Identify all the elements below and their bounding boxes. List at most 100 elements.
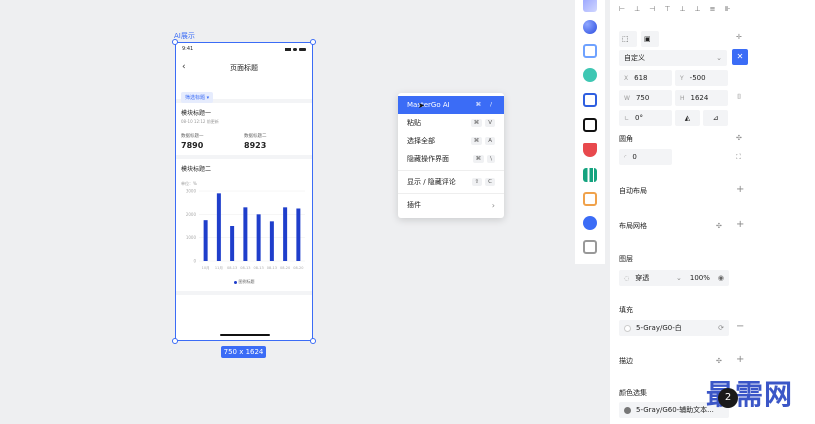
bar	[269, 221, 274, 261]
plugin-ghost-icon[interactable]	[583, 216, 597, 230]
menu-label: 隐藏操作界面	[407, 155, 449, 163]
plugin-doc-icon[interactable]	[583, 240, 597, 254]
plugin-cube-icon[interactable]	[583, 192, 597, 206]
auto-layout-title: 自动布局	[619, 187, 647, 195]
corner-options-icon[interactable]: ✣	[736, 134, 742, 142]
filter-row: 筛选标题 ▾	[176, 81, 312, 103]
plugin-table-icon[interactable]	[583, 93, 597, 107]
remove-fill-icon[interactable]: −	[736, 321, 744, 332]
fill-swatch	[624, 324, 631, 332]
fullscreen-icon[interactable]: ✛	[736, 33, 742, 41]
properties-panel: ⊢ ⊥ ⊣ ⊤ ⊥ ⊥ ≡ ⊪ ⬚ ▣ ✛ 自定义 ⌄ ✕ X 618 Y -500 …	[610, 0, 815, 424]
chevron-right-icon: ›	[491, 200, 495, 210]
rotation-value: 0°	[635, 114, 643, 122]
independent-corners-icon[interactable]: ⛶	[736, 153, 741, 162]
distribute-h-icon[interactable]: ≡	[710, 5, 716, 13]
shortcut-key: ⌘	[475, 102, 482, 108]
x-tick-label: 10月	[202, 265, 210, 270]
avatar-badge[interactable]: 2	[718, 388, 738, 408]
plugin-heart-icon[interactable]	[583, 143, 597, 157]
menu-label: 插件	[407, 201, 421, 209]
plugin-hei-icon[interactable]	[583, 118, 597, 132]
chevron-down-icon: ⌄	[716, 54, 722, 62]
menu-item-mastergo-ai[interactable]: MasterGo AI ⌘ /	[398, 96, 504, 114]
x-tick-label: 08-13	[240, 266, 250, 270]
detach-style-icon[interactable]: ⟳	[718, 324, 724, 332]
plugin-robot-icon[interactable]	[583, 68, 597, 82]
align-center-h-icon[interactable]: ⊥	[634, 5, 640, 13]
plugin-chart-icon[interactable]	[583, 44, 597, 58]
shortcut-key: C	[485, 178, 495, 186]
align-left-icon[interactable]: ⊢	[619, 5, 625, 13]
shortcut-key: ⌘	[470, 137, 483, 145]
color-select-title: 颜色选集	[619, 389, 647, 397]
shortcut-key: /	[490, 102, 492, 108]
grid-style-icon[interactable]: ✣	[716, 222, 722, 230]
resize-handle[interactable]	[310, 39, 316, 45]
bar-chart: 300020001000010月 11月 08-13 08-13 08-13 08-13 0…	[186, 189, 305, 270]
module-title: 模块标题一	[181, 110, 212, 117]
menu-item-paste[interactable]: 粘贴 ⌘ V	[398, 114, 504, 132]
metric-1: 数据标题一 7890	[181, 133, 244, 150]
frame-type-icon[interactable]: ⬚	[619, 31, 637, 47]
align-top-icon[interactable]: ⊤	[664, 5, 670, 13]
distribute-v-icon[interactable]: ⊪	[725, 5, 731, 13]
menu-item-plugins[interactable]: 插件 ›	[398, 196, 504, 214]
menu-divider	[398, 193, 504, 194]
shortcut-key: ⌘	[472, 155, 485, 163]
eye-icon[interactable]: ◉	[718, 274, 724, 282]
corner-field[interactable]: ◜ 0	[619, 149, 672, 165]
resize-handle[interactable]	[310, 338, 316, 344]
fill-field[interactable]: 5-Gray/G0-白 ⟳	[619, 320, 729, 336]
x-tick-label: 08-20	[280, 266, 290, 270]
fill-title: 填充	[619, 306, 633, 314]
preset-value: 自定义	[624, 54, 645, 62]
align-toolbar: ⊢ ⊥ ⊣ ⊤ ⊥ ⊥ ≡ ⊪	[619, 5, 731, 13]
menu-item-hide-ui[interactable]: 隐藏操作界面 ⌘ \	[398, 150, 504, 168]
flip-v-icon[interactable]: ⊿	[703, 110, 728, 126]
lock-ratio-icon[interactable]: ⌷	[737, 93, 741, 102]
y-field[interactable]: Y -500	[675, 70, 728, 86]
menu-divider	[398, 170, 504, 171]
metrics: 数据标题一 7890 数据标题二 8923	[181, 133, 307, 150]
design-canvas[interactable]: AI展示 9:41 ‹ 页面标题 筛选标题 ▾ 模块标题一 08-10 12:1…	[0, 0, 575, 424]
x-field[interactable]: X 618	[619, 70, 672, 86]
color-swatch	[624, 406, 631, 414]
menu-item-toggle-comments[interactable]: 显示 / 隐藏评论 ⇧ C	[398, 173, 504, 191]
flip-h-icon[interactable]: ◭	[675, 110, 700, 126]
menu-item-select-all[interactable]: 选择全部 ⌘ A	[398, 132, 504, 150]
w-field[interactable]: W 750	[619, 90, 672, 106]
back-arrow-icon[interactable]: ‹	[182, 62, 186, 72]
add-grid-icon[interactable]: +	[736, 219, 744, 230]
module-card-1: 模块标题一 08-10 12:12 前更新 数据标题一 7890 数据标题二 8…	[176, 103, 312, 155]
filter-chip[interactable]: 筛选标题 ▾	[181, 92, 214, 103]
bar	[230, 226, 235, 261]
rotation-field[interactable]: ∟ 0°	[619, 110, 672, 126]
group-type-icon[interactable]: ▣	[641, 31, 659, 47]
frame-type-row: ⬚ ▣	[619, 31, 659, 47]
blend-field[interactable]: ◌ 穿透 ⌄ 100% ◉	[619, 270, 729, 286]
metric-label: 数据标题一	[181, 134, 204, 139]
add-auto-layout-icon[interactable]: +	[736, 184, 744, 195]
metric-value: 7890	[181, 141, 204, 150]
resize-handle[interactable]	[172, 39, 178, 45]
nav-title: 页面标题	[230, 64, 258, 72]
align-center-v-icon[interactable]: ⊥	[679, 5, 685, 13]
preset-select[interactable]: 自定义 ⌄	[619, 50, 727, 66]
x-tick-label: 08-13	[254, 266, 264, 270]
add-stroke-icon[interactable]: +	[736, 354, 744, 365]
h-field[interactable]: H 1624	[675, 90, 728, 106]
align-right-icon[interactable]: ⊣	[649, 5, 655, 13]
plugin-sphere-icon[interactable]	[583, 20, 597, 34]
mobile-frame[interactable]: 9:41 ‹ 页面标题 筛选标题 ▾ 模块标题一 08-10 12:12 前更新…	[175, 42, 313, 341]
menu-label: 显示 / 隐藏评论	[407, 178, 456, 186]
align-bottom-icon[interactable]: ⊥	[695, 5, 701, 13]
shortcut-key: ⇧	[471, 178, 483, 186]
constraint-toggle-icon[interactable]: ✕	[732, 49, 748, 65]
plugin-bars-icon[interactable]	[583, 168, 597, 182]
plugin-pen-icon[interactable]	[583, 0, 597, 12]
resize-handle[interactable]	[172, 338, 178, 344]
y-tick-label: 1000	[186, 235, 197, 240]
layer-row: ◌ 穿透 ⌄ 100% ◉	[619, 270, 729, 286]
stroke-style-icon[interactable]: ✣	[716, 357, 722, 365]
